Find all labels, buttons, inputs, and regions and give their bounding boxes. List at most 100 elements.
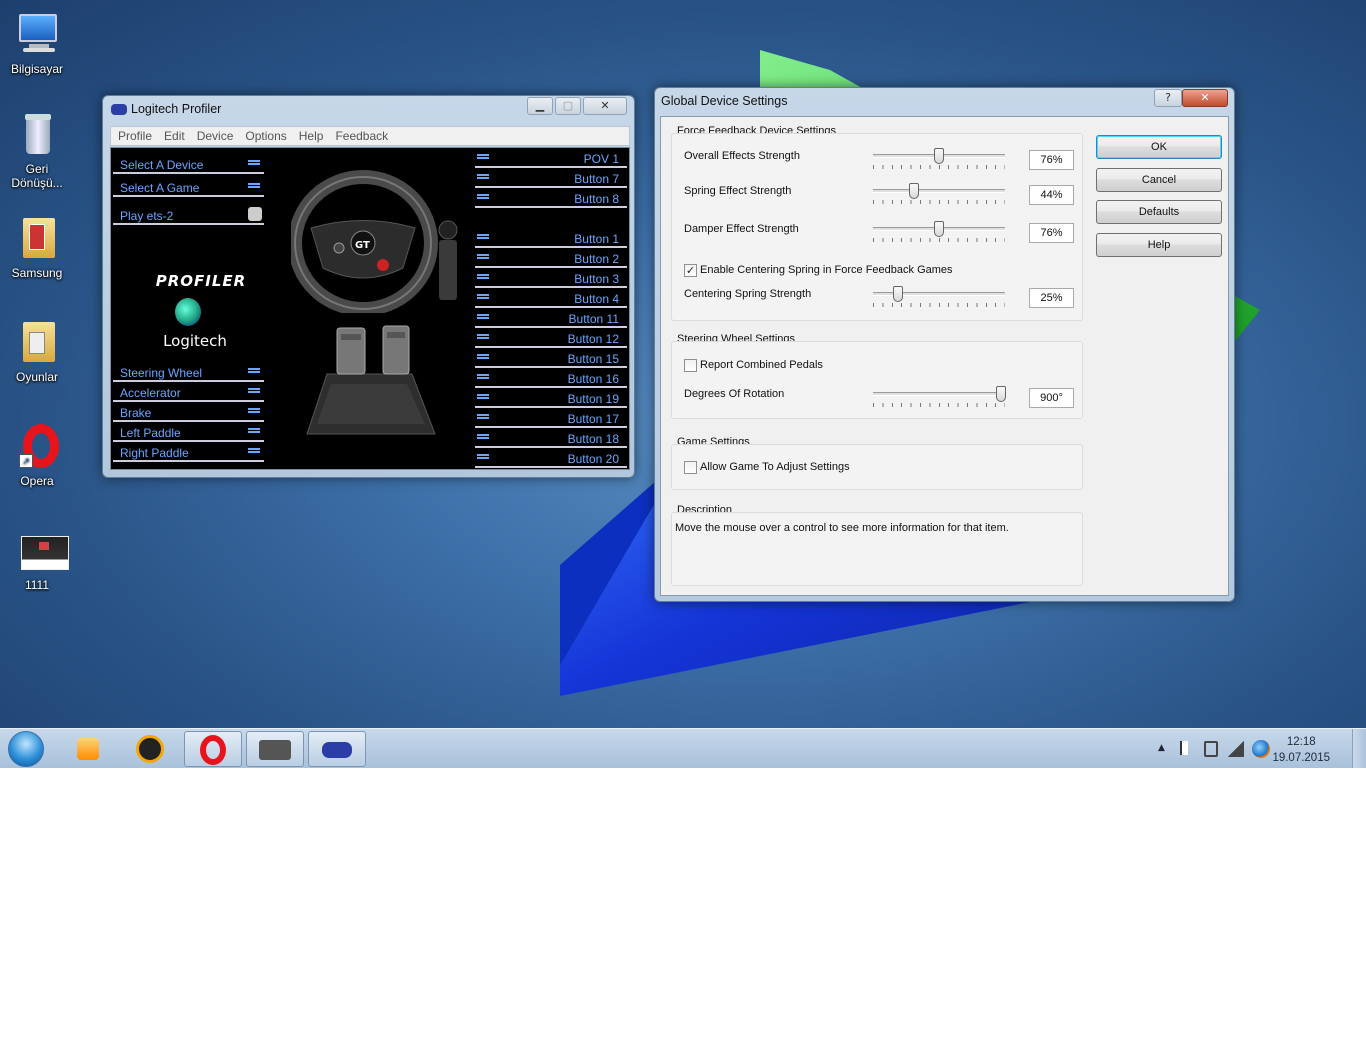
enable-centering-checkbox[interactable]: ✓ [684, 264, 697, 277]
mapping-button-19[interactable]: Button 19 [475, 388, 627, 408]
logitech-logo-icon [175, 298, 201, 326]
defaults-button[interactable]: Defaults [1096, 200, 1222, 224]
desktop-icon-label: 1111 [24, 578, 50, 592]
menu-edit[interactable]: Edit [157, 127, 190, 143]
mapping-button-4[interactable]: Button 4 [475, 288, 627, 308]
taskbar-logitech-profiler[interactable] [308, 731, 366, 767]
rotation-slider[interactable] [996, 386, 1007, 402]
help-title-button[interactable]: ? [1154, 89, 1182, 107]
mapping-button-18[interactable]: Button 18 [475, 428, 627, 448]
item-label: Button 19 [567, 392, 619, 406]
gamepad-icon [322, 742, 352, 758]
taskbar-opera[interactable] [184, 731, 242, 767]
menu-lines-icon [248, 183, 260, 188]
maximize-button[interactable]: ▢ [555, 97, 581, 115]
desktop-icon-label: Samsung [11, 266, 63, 280]
network-signal-icon[interactable] [1228, 741, 1244, 757]
start-orb-icon[interactable] [8, 731, 44, 767]
minimize-button[interactable]: ▁ [527, 97, 553, 115]
centering-strength-slider[interactable] [893, 286, 904, 302]
menu-lines-icon [477, 234, 489, 239]
spring-effect-slider[interactable] [908, 183, 919, 199]
allow-game-checkbox[interactable] [684, 461, 697, 474]
desktop-icon-opera[interactable]: ↗ Opera [4, 422, 70, 488]
svg-text:GT: GT [355, 240, 370, 251]
overall-effects-value[interactable]: 76% [1029, 150, 1074, 170]
steering-wheel-item[interactable]: Steering Wheel [113, 362, 264, 382]
overall-effects-label: Overall Effects Strength [684, 150, 800, 162]
item-label: Select A Device [120, 158, 204, 172]
dialog-titlebar[interactable]: Global Device Settings ? ✕ [655, 88, 1234, 116]
right-paddle-item[interactable]: Right Paddle [113, 442, 264, 462]
show-desktop-button[interactable] [1352, 729, 1366, 768]
left-paddle-item[interactable]: Left Paddle [113, 422, 264, 442]
mapping-button-16[interactable]: Button 16 [475, 368, 627, 388]
slider-ticks [873, 238, 1005, 242]
menu-options[interactable]: Options [238, 127, 291, 143]
brake-item[interactable]: Brake [113, 402, 264, 422]
select-device-item[interactable]: Select A Device [113, 154, 264, 174]
desktop-icon-1111[interactable]: 1111 [4, 526, 70, 592]
menu-profile[interactable]: Profile [111, 127, 157, 143]
close-button[interactable]: ✕ [583, 97, 627, 115]
desktop-icon-recycle-bin[interactable]: Geri Dönüşü... [4, 110, 70, 190]
item-label: Button 12 [567, 332, 619, 346]
desktop-icon-oyunlar[interactable]: Oyunlar [4, 318, 70, 384]
desktop-icon-samsung[interactable]: Samsung [4, 214, 70, 280]
show-hidden-icons[interactable]: ▲ [1158, 743, 1165, 753]
taskbar-truck[interactable] [246, 731, 304, 767]
taskbar-aimp[interactable] [122, 731, 180, 767]
report-pedals-checkbox[interactable] [684, 359, 697, 372]
profiler-titlebar[interactable]: Logitech Profiler ▁ ▢ ✕ [103, 96, 634, 124]
firefox-icon[interactable] [1252, 740, 1270, 758]
help-button[interactable]: Help [1096, 233, 1222, 257]
action-center-flag-icon[interactable] [1180, 741, 1194, 755]
mapping-button-17[interactable]: Button 17 [475, 408, 627, 428]
menu-lines-icon [248, 388, 260, 393]
centering-strength-value[interactable]: 25% [1029, 288, 1074, 308]
mapping-button-11[interactable]: Button 11 [475, 308, 627, 328]
recycle-bin-icon [13, 110, 61, 158]
mapping-button-7[interactable]: Button 7 [475, 168, 627, 188]
damper-effect-slider[interactable] [934, 221, 944, 237]
item-label: Button 4 [574, 292, 619, 306]
menu-device[interactable]: Device [190, 127, 239, 143]
damper-effect-value[interactable]: 76% [1029, 223, 1074, 243]
mapping-button-15[interactable]: Button 15 [475, 348, 627, 368]
spring-effect-value[interactable]: 44% [1029, 185, 1074, 205]
mapping-button-3[interactable]: Button 3 [475, 268, 627, 288]
mapping-button-20[interactable]: Button 20 [475, 448, 627, 468]
menu-feedback[interactable]: Feedback [328, 127, 393, 143]
ok-button[interactable]: OK [1096, 135, 1222, 159]
item-label: Button 1 [574, 232, 619, 246]
mapping-button-1[interactable]: Button 1 [475, 228, 627, 248]
accelerator-item[interactable]: Accelerator [113, 382, 264, 402]
menu-help[interactable]: Help [292, 127, 329, 143]
mapping-button-12[interactable]: Button 12 [475, 328, 627, 348]
item-label: Right Paddle [120, 446, 189, 460]
mapping-button-2[interactable]: Button 2 [475, 248, 627, 268]
select-game-item[interactable]: Select A Game [113, 177, 264, 197]
play-game-item[interactable]: Play ets-2 [113, 205, 264, 225]
taskbar-media-player[interactable] [60, 731, 118, 767]
menu-lines-icon [477, 394, 489, 399]
menu-lines-icon [477, 174, 489, 179]
item-label: Button 2 [574, 252, 619, 266]
media-player-icon [77, 738, 99, 760]
taskbar-clock[interactable]: 12:18 19.07.2015 [1272, 734, 1330, 766]
usb-device-icon[interactable] [1204, 741, 1218, 757]
slider-ticks [873, 200, 1005, 204]
desktop-icon-computer[interactable]: Bilgisayar [4, 10, 70, 76]
computer-icon [13, 10, 61, 58]
mapping-pov-1[interactable]: POV 1 [475, 148, 627, 168]
desktop: Bilgisayar Geri Dönüşü... Samsung Oyunla… [0, 0, 1366, 768]
item-label: Button 16 [567, 372, 619, 386]
overall-effects-slider[interactable] [934, 148, 944, 164]
profiler-logo: PROFILER [155, 272, 247, 290]
cancel-button[interactable]: Cancel [1096, 168, 1222, 192]
item-label: Button 11 [568, 312, 619, 326]
mapping-button-8[interactable]: Button 8 [475, 188, 627, 208]
rotation-value[interactable]: 900° [1029, 388, 1074, 408]
item-label: POV 1 [583, 152, 619, 166]
close-button[interactable]: ✕ [1182, 89, 1228, 107]
